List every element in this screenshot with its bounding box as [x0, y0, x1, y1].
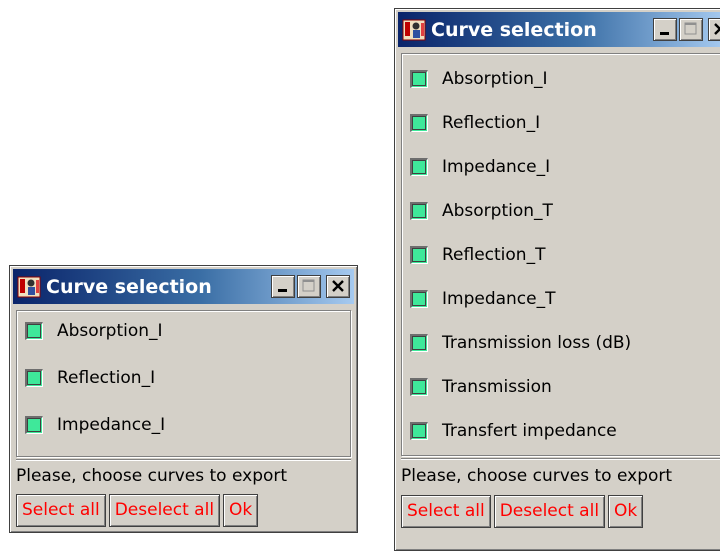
title-bar[interactable]: Curve selection [13, 269, 354, 304]
close-icon [714, 23, 720, 35]
app-icon [17, 276, 41, 298]
curve-label: Absorption_T [442, 201, 553, 221]
close-button[interactable] [708, 18, 720, 41]
ok-button[interactable]: Ok [223, 494, 259, 527]
divider [401, 458, 720, 460]
curve-selection-window-small: Curve selection Absorption_I Reflection_… [9, 265, 358, 533]
curve-item[interactable]: Impedance_I [25, 413, 165, 437]
curve-checkbox[interactable] [410, 290, 428, 308]
curve-item[interactable]: Absorption_I [25, 319, 163, 343]
curve-label: Transmission [442, 377, 552, 397]
curve-item[interactable]: Transfert impedance [410, 419, 617, 443]
select-all-button[interactable]: Select all [16, 494, 106, 527]
curve-item[interactable]: Reflection_I [410, 111, 540, 135]
close-button[interactable] [326, 275, 350, 298]
curve-checkbox[interactable] [410, 158, 428, 176]
maximize-icon [302, 279, 315, 292]
minimize-button[interactable] [653, 18, 677, 41]
curve-label: Transmission loss (dB) [442, 333, 632, 353]
minimize-button[interactable] [271, 275, 295, 298]
curve-checkbox[interactable] [410, 70, 428, 88]
deselect-all-button[interactable]: Deselect all [108, 494, 221, 527]
curve-item[interactable]: Impedance_T [410, 287, 556, 311]
curve-checkbox[interactable] [410, 422, 428, 440]
curve-selection-window-large: Curve selection Absorption_I Reflection_… [394, 8, 720, 551]
curve-label: Reflection_T [442, 245, 546, 265]
curve-label: Impedance_I [57, 415, 166, 435]
curve-checkbox[interactable] [410, 334, 428, 352]
app-icon [402, 19, 426, 41]
curve-label: Absorption_I [57, 321, 163, 341]
curve-item[interactable]: Reflection_T [410, 243, 545, 267]
curve-checkbox[interactable] [25, 416, 43, 434]
curve-label: Transfert impedance [442, 421, 617, 441]
curve-item[interactable]: Transmission loss (dB) [410, 331, 631, 355]
curve-checklist: Absorption_I Reflection_I Impedance_I Ab… [401, 53, 720, 456]
curve-item[interactable]: Reflection_I [25, 366, 155, 390]
curve-label: Reflection_I [57, 368, 156, 388]
curve-checkbox[interactable] [25, 322, 43, 340]
curve-label: Impedance_I [442, 157, 551, 177]
curve-item[interactable]: Absorption_T [410, 199, 553, 223]
select-all-button[interactable]: Select all [401, 495, 491, 528]
curve-checkbox[interactable] [410, 246, 428, 264]
maximize-button[interactable] [297, 275, 321, 298]
curve-checkbox[interactable] [410, 202, 428, 220]
status-text: Please, choose curves to export [16, 466, 288, 486]
window-title: Curve selection [431, 19, 597, 41]
status-text: Please, choose curves to export [401, 466, 673, 486]
curve-checkbox[interactable] [410, 114, 428, 132]
curve-checklist: Absorption_I Reflection_I Impedance_I [16, 310, 351, 457]
curve-item[interactable]: Absorption_I [410, 67, 548, 91]
minimize-icon [660, 32, 669, 35]
curve-checkbox[interactable] [410, 378, 428, 396]
curve-label: Reflection_I [442, 113, 541, 133]
maximize-icon [684, 22, 697, 35]
window-title: Curve selection [46, 276, 212, 298]
minimize-icon [278, 289, 287, 292]
close-icon [332, 280, 344, 292]
deselect-all-button[interactable]: Deselect all [493, 495, 606, 528]
curve-label: Absorption_I [442, 69, 548, 89]
maximize-button[interactable] [679, 18, 703, 41]
curve-item[interactable]: Transmission [410, 375, 552, 399]
curve-label: Impedance_T [442, 289, 556, 309]
curve-item[interactable]: Impedance_I [410, 155, 550, 179]
divider [16, 459, 351, 461]
title-bar[interactable]: Curve selection [398, 12, 720, 47]
curve-checkbox[interactable] [25, 369, 43, 387]
ok-button[interactable]: Ok [608, 495, 644, 528]
